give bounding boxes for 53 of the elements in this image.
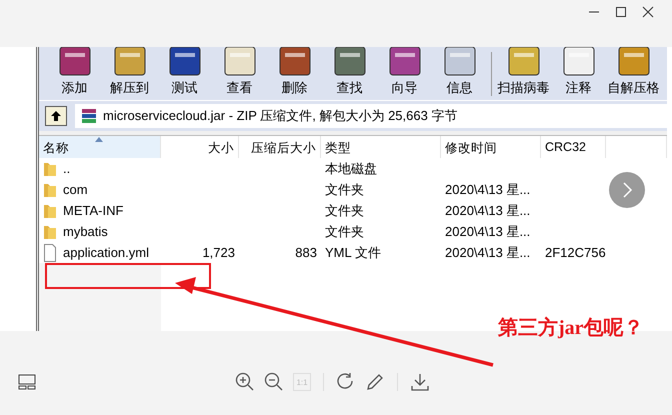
file-name: .. bbox=[63, 161, 70, 176]
file-row[interactable]: mybatis 文件夹 2020\4\13 星... bbox=[39, 221, 667, 242]
toolbar-button[interactable]: 添加 bbox=[47, 47, 102, 100]
folder-icon bbox=[43, 182, 57, 198]
file-icon bbox=[43, 244, 57, 262]
file-row[interactable]: .. 本地磁盘 bbox=[39, 158, 667, 179]
table-cell: 2020\4\13 星... bbox=[445, 182, 530, 196]
folder-icon bbox=[43, 224, 57, 240]
toolbar-button[interactable]: 测试 bbox=[157, 47, 212, 100]
table-cell: 文件夹 bbox=[325, 202, 364, 218]
toolbar-button[interactable]: 扫描病毒 bbox=[496, 47, 551, 100]
file-name: application.yml bbox=[63, 245, 149, 260]
up-folder-button[interactable] bbox=[45, 106, 67, 126]
table-cell: 本地磁盘 bbox=[325, 160, 377, 176]
table-cell: 1,723 bbox=[202, 245, 235, 260]
close-icon[interactable] bbox=[642, 6, 654, 18]
chevron-right-icon bbox=[621, 181, 633, 199]
table-cell: 2020\4\13 星... bbox=[445, 202, 530, 218]
file-name: META-INF bbox=[63, 203, 124, 218]
download-icon[interactable] bbox=[410, 372, 430, 392]
table-cell: YML 文件 bbox=[325, 244, 381, 260]
toolbar-button[interactable]: 自解压格 bbox=[606, 47, 661, 100]
folder-icon bbox=[43, 202, 57, 218]
toolbar-button[interactable]: 解压到 bbox=[102, 47, 157, 100]
file-name: mybatis bbox=[63, 224, 108, 239]
toolbar-button[interactable]: 查看 bbox=[212, 47, 267, 100]
table-cell: 文件夹 bbox=[325, 182, 364, 196]
toolbar-button[interactable]: 信息 bbox=[432, 47, 487, 100]
zoom-in-icon[interactable] bbox=[235, 372, 255, 392]
folder-icon bbox=[43, 160, 57, 176]
path-text: microservicecloud.jar - ZIP 压缩文件, 解包大小为 25,663 字节 bbox=[103, 107, 458, 125]
up-arrow-icon bbox=[50, 110, 62, 122]
archive-icon bbox=[81, 108, 97, 124]
table-cell: 文件夹 bbox=[325, 224, 364, 238]
toolbar-button[interactable]: 查找 bbox=[322, 47, 377, 100]
toolbar-button[interactable]: 删除 bbox=[267, 47, 322, 100]
file-row[interactable]: com 文件夹 2020\4\13 星... bbox=[39, 179, 667, 200]
toolbar-button[interactable]: 向导 bbox=[377, 47, 432, 100]
file-row[interactable]: META-INF 文件夹 2020\4\13 星... bbox=[39, 200, 667, 221]
path-field[interactable]: microservicecloud.jar - ZIP 压缩文件, 解包大小为 25,663 字节 bbox=[75, 104, 667, 128]
thumbnail-icon[interactable] bbox=[18, 374, 36, 390]
table-cell: 883 bbox=[295, 245, 317, 260]
file-name: com bbox=[63, 182, 88, 197]
table-cell: 2F12C756 bbox=[545, 245, 606, 260]
table-cell: 2020\4\13 星... bbox=[445, 224, 530, 238]
zoom-out-icon[interactable] bbox=[264, 372, 284, 392]
toolbar-button[interactable]: 注释 bbox=[551, 47, 606, 100]
maximize-icon[interactable] bbox=[615, 6, 627, 18]
pencil-icon[interactable] bbox=[365, 372, 385, 392]
table-cell: 2020\4\13 星... bbox=[445, 244, 530, 260]
file-row[interactable]: application.yml 1,723 883 YML 文件 2020\4\13 星... 2F12C756 bbox=[39, 242, 667, 263]
annotation-text: 第三方jar包呢？ bbox=[498, 316, 644, 341]
column-header[interactable]: 名称 bbox=[39, 136, 161, 158]
